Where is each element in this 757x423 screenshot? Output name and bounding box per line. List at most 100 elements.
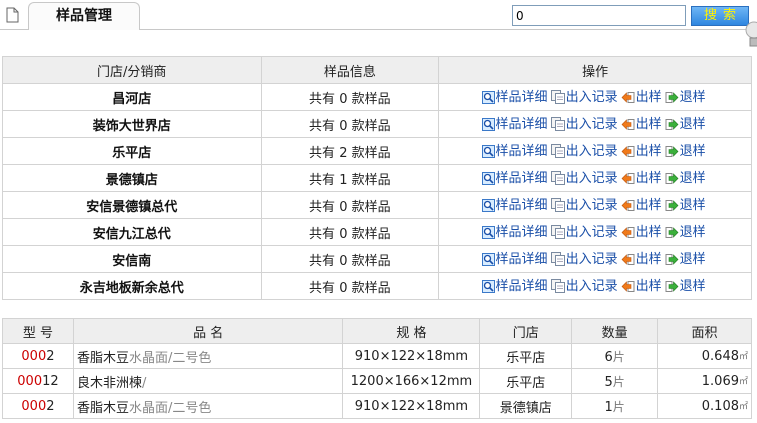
action-label: 出样 [635, 144, 662, 159]
arrow-left-icon [621, 172, 635, 189]
action-label: 出样 [635, 171, 662, 186]
inout-records-link[interactable]: 出入记录 [550, 248, 618, 270]
product-name: 香脂木豆 [76, 350, 129, 366]
sample-out-link[interactable]: 出样 [621, 167, 662, 189]
tab-sample-management[interactable]: 样品管理 [28, 2, 140, 30]
sample-count: 0 [339, 91, 348, 107]
action-label: 退样 [679, 225, 706, 240]
area-value: 0.648 [701, 348, 739, 364]
store-name: 装饰大世界店 [2, 110, 262, 138]
action-label: 退样 [679, 144, 706, 159]
sample-detail-link[interactable]: 样品详细 [481, 113, 548, 135]
action-label: 出入记录 [565, 117, 618, 132]
product-finish: 水晶面/二号色 [128, 350, 212, 366]
operations-cell: 样品详细 出入记录 出样 退样 [438, 110, 752, 138]
sample-return-link[interactable]: 退样 [665, 194, 706, 216]
inout-records-link[interactable]: 出入记录 [550, 113, 618, 135]
sample-return-link[interactable]: 退样 [665, 248, 706, 270]
quantity-value: 1 [604, 399, 613, 415]
action-label: 退样 [679, 90, 706, 105]
sample-detail-link[interactable]: 样品详细 [481, 140, 548, 162]
magnifier-icon [481, 145, 495, 162]
sample-count: 0 [339, 253, 348, 269]
sample-count: 0 [339, 118, 348, 134]
quantity-value: 5 [604, 374, 613, 390]
store-row: 装饰大世界店 共有 0 款样品 样品详细 出入记录 出样 退样 [2, 110, 752, 138]
action-label: 退样 [679, 117, 706, 132]
store-row: 昌河店 共有 0 款样品 样品详细 出入记录 出样 退样 [2, 83, 752, 111]
sample-row: 0002 香脂木豆水晶面/二号色 910×122×18mm 乐平店 6片 0.648㎡ [2, 343, 752, 369]
operations-cell: 样品详细 出入记录 出样 退样 [438, 272, 752, 300]
inout-records-link[interactable]: 出入记录 [550, 275, 618, 297]
sample-detail-link[interactable]: 样品详细 [481, 275, 548, 297]
inout-records-link[interactable]: 出入记录 [550, 221, 618, 243]
model-suffix: 2 [46, 398, 55, 414]
sample-return-link[interactable]: 退样 [665, 113, 706, 135]
sample-out-link[interactable]: 出样 [621, 221, 662, 243]
documents-icon [550, 225, 565, 243]
arrow-right-icon [665, 91, 679, 108]
sample-return-link[interactable]: 退样 [665, 275, 706, 297]
area-cell: 0.108㎡ [657, 393, 752, 419]
inout-records-link[interactable]: 出入记录 [550, 86, 618, 108]
sample-out-link[interactable]: 出样 [621, 194, 662, 216]
inout-records-link[interactable]: 出入记录 [550, 167, 618, 189]
info-prefix: 共有 [309, 172, 336, 188]
info-prefix: 共有 [309, 118, 336, 134]
sample-return-link[interactable]: 退样 [665, 86, 706, 108]
samples-table-header: 型 号 品 名 规 格 门店 数量 面积 [2, 318, 752, 344]
sample-out-link[interactable]: 出样 [621, 275, 662, 297]
area-cell: 1.069㎡ [657, 368, 752, 394]
search-button[interactable]: 搜索 [691, 6, 749, 26]
sample-out-link[interactable]: 出样 [621, 113, 662, 135]
model-cell: 0002 [2, 343, 74, 369]
sample-return-link[interactable]: 退样 [665, 167, 706, 189]
operations-cell: 样品详细 出入记录 出样 退样 [438, 191, 752, 219]
action-label: 出入记录 [565, 252, 618, 267]
sample-detail-link[interactable]: 样品详细 [481, 167, 548, 189]
sample-detail-link[interactable]: 样品详细 [481, 86, 548, 108]
arrow-right-icon [665, 280, 679, 297]
column-header-spec: 规 格 [342, 318, 481, 344]
spec-cell: 1200×166×12mm [342, 368, 481, 394]
sample-out-link[interactable]: 出样 [621, 248, 662, 270]
stores-table-header: 门店/分销商 样品信息 操作 [2, 56, 752, 84]
sample-out-link[interactable]: 出样 [621, 140, 662, 162]
quantity-cell: 6片 [571, 343, 659, 369]
store-row: 永吉地板新余总代 共有 0 款样品 样品详细 出入记录 出样 退样 [2, 272, 752, 300]
magnifier-icon [481, 118, 495, 135]
sample-out-link[interactable]: 出样 [621, 86, 662, 108]
sample-detail-link[interactable]: 样品详细 [481, 194, 548, 216]
store-row: 景德镇店 共有 1 款样品 样品详细 出入记录 出样 退样 [2, 164, 752, 192]
page-icon [6, 7, 19, 23]
sample-return-link[interactable]: 退样 [665, 221, 706, 243]
info-suffix: 款样品 [351, 280, 391, 296]
stores-table: 门店/分销商 样品信息 操作 昌河店 共有 0 款样品 样品详细 出入记录 出样 退样 装饰… [2, 56, 752, 300]
samples-table: 型 号 品 名 规 格 门店 数量 面积 0002 香脂木豆水晶面/二号色 910×… [2, 318, 752, 419]
action-label: 出入记录 [565, 225, 618, 240]
arrow-left-icon [621, 118, 635, 135]
action-label: 出样 [635, 279, 662, 294]
arrow-right-icon [665, 226, 679, 243]
inout-records-link[interactable]: 出入记录 [550, 140, 618, 162]
magnifier-icon [481, 172, 495, 189]
documents-icon [550, 198, 565, 216]
arrow-left-icon [621, 91, 635, 108]
store-name: 安信九江总代 [2, 218, 262, 246]
area-value: 1.069 [701, 373, 739, 389]
area-cell: 0.648㎡ [657, 343, 752, 369]
search-input[interactable] [512, 5, 686, 26]
operations-cell: 样品详细 出入记录 出样 退样 [438, 164, 752, 192]
lightbulb-icon [745, 21, 757, 47]
model-suffix: 12 [42, 373, 59, 389]
magnifier-icon [481, 226, 495, 243]
sample-info: 共有 0 款样品 [260, 83, 440, 111]
info-prefix: 共有 [309, 226, 336, 242]
sample-detail-link[interactable]: 样品详细 [481, 248, 548, 270]
inout-records-link[interactable]: 出入记录 [550, 194, 618, 216]
tab-underline-gap [29, 29, 139, 30]
column-header-sample-info: 样品信息 [260, 56, 440, 84]
sample-return-link[interactable]: 退样 [665, 140, 706, 162]
store-cell: 乐平店 [479, 368, 573, 394]
sample-detail-link[interactable]: 样品详细 [481, 221, 548, 243]
